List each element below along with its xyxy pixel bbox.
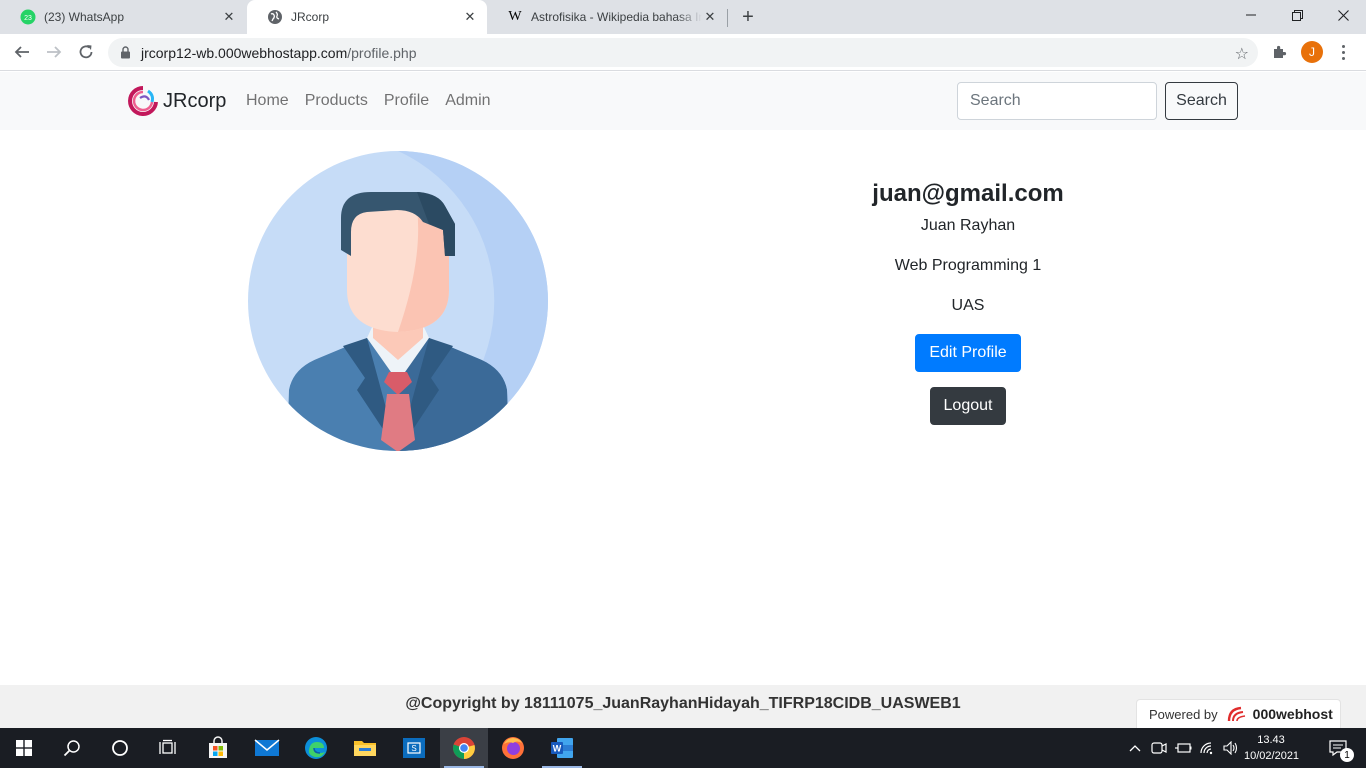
powered-by-brand: 000webhost <box>1252 706 1333 722</box>
browser-toolbar: jrcorp12-wb.000webhostapp.com/profile.ph… <box>0 34 1366 71</box>
url-path: /profile.php <box>347 44 417 61</box>
taskbar-clock[interactable]: 13.43 10/02/2021 <box>1244 732 1300 764</box>
notification-badge: 1 <box>1340 748 1354 762</box>
tab-jrcorp[interactable]: JRcorp ✕ <box>247 0 487 34</box>
profile-info: juan@gmail.com Juan Rayhan Web Programmi… <box>818 178 1118 425</box>
bookmark-star-icon[interactable]: ☆ <box>1235 44 1249 64</box>
menu-icon[interactable] <box>1336 40 1350 64</box>
tab-separator <box>727 9 728 27</box>
lock-icon <box>120 46 131 59</box>
store-icon[interactable] <box>194 728 242 768</box>
wifi-icon[interactable] <box>1196 728 1218 768</box>
svg-text:23: 23 <box>24 15 32 22</box>
brand-logo-icon <box>128 86 158 116</box>
nav-home[interactable]: Home <box>246 92 289 110</box>
clock-time: 13.43 <box>1257 734 1285 746</box>
edit-profile-button[interactable]: Edit Profile <box>915 334 1021 372</box>
chevron-up-icon[interactable] <box>1124 728 1146 768</box>
extensions-icon[interactable] <box>1270 42 1290 62</box>
new-tab-button[interactable]: + <box>735 5 761 29</box>
tab-title: Astrofisika - Wikipedia bahasa Indonesia <box>531 10 702 24</box>
nav-products[interactable]: Products <box>305 92 368 110</box>
000webhost-logo-icon <box>1226 705 1248 723</box>
volume-icon[interactable] <box>1220 728 1242 768</box>
start-icon[interactable] <box>0 728 48 768</box>
tab-title: (23) WhatsApp <box>44 10 125 24</box>
address-bar[interactable]: jrcorp12-wb.000webhostapp.com/profile.ph… <box>108 38 1258 67</box>
profile-avatar[interactable]: J <box>1301 41 1323 63</box>
search-button[interactable]: Search <box>1165 82 1238 120</box>
url-domain: jrcorp12-wb.000webhostapp.com <box>141 44 348 61</box>
close-icon[interactable]: ✕ <box>702 9 718 25</box>
wikipedia-icon: W <box>508 9 522 24</box>
firefox-icon[interactable] <box>489 728 537 768</box>
chrome-icon[interactable] <box>440 728 488 768</box>
word-icon[interactable]: W <box>538 728 586 768</box>
minimize-button[interactable] <box>1228 0 1274 30</box>
avatar-illustration <box>248 151 548 451</box>
battery-icon[interactable] <box>1172 728 1194 768</box>
close-icon[interactable]: ✕ <box>462 9 478 25</box>
profile-course: Web Programming 1 <box>894 257 1042 274</box>
forward-icon[interactable] <box>40 38 68 66</box>
profile-name: Juan Rayhan <box>920 217 1016 234</box>
url-text: jrcorp12-wb.000webhostapp.com/profile.ph… <box>141 45 417 61</box>
site-navbar: JRcorp Home Products Profile Admin Searc… <box>0 72 1366 130</box>
brand-name: JRcorp <box>163 89 227 112</box>
restore-button[interactable] <box>1274 0 1320 30</box>
close-icon[interactable]: ✕ <box>221 9 237 25</box>
whatsapp-icon: 23 <box>20 9 36 25</box>
sway-icon[interactable]: S <box>390 728 438 768</box>
file-explorer-icon[interactable] <box>341 728 389 768</box>
search-input[interactable] <box>957 82 1157 120</box>
tab-wikipedia[interactable]: W Astrofisika - Wikipedia bahasa Indones… <box>487 0 727 34</box>
notification-icon[interactable]: 1 <box>1318 728 1358 768</box>
edge-icon[interactable] <box>292 728 340 768</box>
powered-by-label: Powered by <box>1149 706 1218 722</box>
clock-date: 10/02/2021 <box>1244 750 1300 762</box>
search-icon[interactable] <box>48 728 96 768</box>
brand-link[interactable]: JRcorp <box>128 86 226 116</box>
profile-email: juan@gmail.com <box>872 180 1064 207</box>
powered-by-badge[interactable]: Powered by 000webhost <box>1136 699 1341 728</box>
task-view-icon[interactable] <box>144 728 192 768</box>
windows-taskbar: S W 13.43 10/02/2021 1 <box>0 728 1366 768</box>
cortana-icon[interactable] <box>96 728 144 768</box>
tab-title: JRcorp <box>291 10 330 24</box>
site-footer: @Copyright by 18111075_JuanRayhanHidayah… <box>0 685 1366 728</box>
close-window-button[interactable] <box>1320 0 1366 30</box>
svg-text:S: S <box>411 744 416 753</box>
tab-whatsapp[interactable]: 23 (23) WhatsApp ✕ <box>0 0 246 34</box>
logout-button[interactable]: Logout <box>929 387 1007 425</box>
nav-profile[interactable]: Profile <box>384 92 429 110</box>
mail-icon[interactable] <box>243 728 291 768</box>
nav-admin[interactable]: Admin <box>445 92 490 110</box>
svg-text:W: W <box>553 744 562 754</box>
nav-links: Home Products Profile Admin <box>246 92 491 110</box>
globe-icon <box>267 9 283 25</box>
reload-icon[interactable] <box>72 38 100 66</box>
browser-tab-strip: 23 (23) WhatsApp ✕ JRcorp ✕ W Astrofisik… <box>0 0 1366 34</box>
back-icon[interactable] <box>8 38 36 66</box>
profile-type: UAS <box>951 297 985 314</box>
meet-now-icon[interactable] <box>1148 728 1170 768</box>
